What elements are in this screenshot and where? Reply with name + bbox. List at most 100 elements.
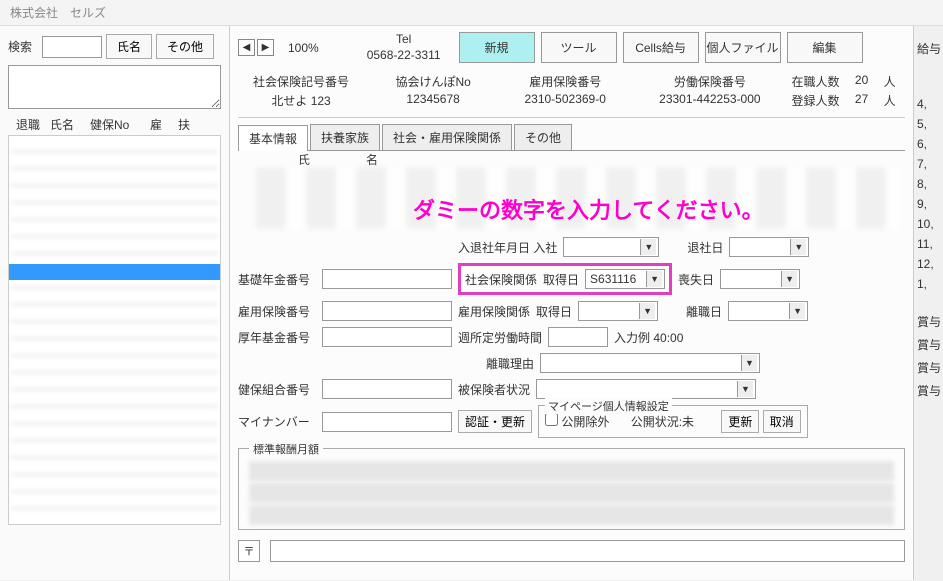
- pension-no-input[interactable]: [322, 269, 452, 289]
- acquire-date-value: S631116: [590, 272, 636, 286]
- address-input-1[interactable]: [270, 540, 905, 562]
- separation-date-combo[interactable]: ▼: [728, 301, 808, 321]
- exclude-public-checkbox[interactable]: [545, 413, 558, 426]
- col-dep: 扶: [178, 116, 202, 133]
- search-memo-textarea[interactable]: [8, 65, 221, 109]
- weekly-hours-label: 週所定労働時間: [458, 329, 542, 346]
- koyou-no-value: 2310-502369-0: [502, 92, 628, 106]
- col-emp: 雇: [150, 116, 174, 133]
- search-input[interactable]: [42, 36, 102, 58]
- active-count-label: 在職人数: [792, 73, 849, 90]
- kenpo-no-value: 12345678: [370, 92, 496, 106]
- leave-date-label: 退社日: [687, 239, 723, 256]
- month-item: 1,: [917, 277, 940, 291]
- tabs: 基本情報 扶養家族 社会・雇用保険関係 その他: [238, 124, 905, 151]
- bonus-item: 賞与: [917, 313, 940, 330]
- chevron-down-icon: ▼: [741, 355, 757, 371]
- mypage-settings-group: マイページ個人情報設定 公開除外 公開状況:未 更新 取消: [538, 405, 808, 438]
- std-pay-blurred: [249, 505, 894, 525]
- registered-count-value: 27: [855, 92, 878, 109]
- edit-button[interactable]: 編集: [787, 32, 863, 63]
- roudou-no-label: 労働保険番号: [634, 73, 785, 90]
- social-ins-no-label: 社会保険記号番号: [238, 73, 364, 90]
- join-date-combo[interactable]: ▼: [563, 237, 659, 257]
- cells-salary-button[interactable]: Cells給与: [623, 32, 699, 63]
- social-ins-rel-label: 社会保険関係: [465, 271, 537, 288]
- name-mei-label: 名: [366, 151, 378, 168]
- employee-list[interactable]: [8, 135, 221, 525]
- month-item: 9,: [917, 197, 940, 211]
- bonus-item: 賞与: [917, 359, 940, 376]
- koyou-no-input[interactable]: [322, 301, 452, 321]
- social-ins-no-value: 北せよ 123: [238, 92, 364, 109]
- search-by-name-button[interactable]: 氏名: [106, 34, 152, 59]
- tab-basic[interactable]: 基本情報: [238, 125, 308, 151]
- company-info-row: 社会保険記号番号 北せよ 123 協会けんぽNo 12345678 雇用保険番号…: [238, 67, 905, 118]
- social-ins-highlight: 社会保険関係 取得日 S631116 ▼: [458, 263, 672, 295]
- registered-count-unit: 人: [884, 92, 905, 109]
- new-button[interactable]: 新規: [459, 32, 535, 63]
- roudou-no-value: 23301-442253-000: [634, 92, 785, 106]
- tel-block: Tel 0568-22-3311: [367, 32, 441, 63]
- col-kenpo: 健保No: [90, 116, 146, 133]
- weekly-hours-input[interactable]: [548, 327, 608, 347]
- koyou-acquire-combo[interactable]: ▼: [578, 301, 658, 321]
- postal-symbol: 〒: [238, 540, 260, 562]
- tab-other[interactable]: その他: [514, 124, 572, 150]
- name-shi-label: 氏: [298, 151, 310, 168]
- mynumber-label: マイナンバー: [238, 413, 316, 430]
- chevron-down-icon: ▼: [737, 381, 753, 397]
- weekly-hours-example: 入力例 40:00: [614, 329, 683, 346]
- mypage-legend: マイページ個人情報設定: [545, 398, 672, 414]
- tool-button[interactable]: ツール: [541, 32, 617, 63]
- mypage-cancel-button[interactable]: 取消: [763, 410, 801, 433]
- koyou-rel-label: 雇用保険関係: [458, 303, 530, 320]
- loss-date-label: 喪失日: [678, 271, 714, 288]
- bonus-item: 賞与: [917, 336, 940, 353]
- auth-update-button[interactable]: 認証・更新: [458, 410, 532, 433]
- leave-date-combo[interactable]: ▼: [729, 237, 809, 257]
- mynumber-input[interactable]: [322, 412, 452, 432]
- active-count-unit: 人: [884, 73, 905, 90]
- month-item: 6,: [917, 137, 940, 151]
- separation-reason-combo[interactable]: ▼: [540, 353, 760, 373]
- separation-reason-label: 離職理由: [486, 355, 534, 372]
- month-item: 4,: [917, 97, 940, 111]
- tab-insurance[interactable]: 社会・雇用保険関係: [382, 124, 512, 150]
- public-status-label: 公開状況:未: [631, 415, 694, 429]
- standard-pay-group: 標準報酬月額: [238, 448, 905, 530]
- tel-value: 0568-22-3311: [367, 48, 441, 64]
- kousei-input[interactable]: [322, 327, 452, 347]
- zoom-value: 100%: [288, 41, 319, 55]
- selected-row[interactable]: [9, 264, 220, 280]
- window-title: 株式会社 セルズ: [0, 0, 943, 26]
- kousei-label: 厚年基金番号: [238, 329, 316, 346]
- search-other-button[interactable]: その他: [156, 34, 214, 59]
- koyou-no-field-label: 雇用保険番号: [238, 303, 316, 320]
- loss-date-combo[interactable]: ▼: [720, 269, 800, 289]
- month-item: 10,: [917, 217, 940, 231]
- nav-prev-button[interactable]: ◀: [238, 39, 255, 56]
- mypage-update-button[interactable]: 更新: [721, 410, 759, 433]
- tab-dependents[interactable]: 扶養家族: [310, 124, 380, 150]
- insured-status-label: 被保険者状況: [458, 381, 530, 398]
- month-item: 11,: [917, 237, 940, 251]
- right-title: 給与: [917, 40, 940, 57]
- personal-file-button[interactable]: 個人ファイル: [705, 32, 781, 63]
- standard-pay-legend: 標準報酬月額: [249, 441, 323, 457]
- chevron-down-icon: ▼: [646, 271, 662, 287]
- kenpo-union-input[interactable]: [322, 379, 452, 399]
- kenpo-no-label: 協会けんぽNo: [370, 73, 496, 90]
- nav-next-button[interactable]: ▶: [257, 39, 274, 56]
- chevron-down-icon: ▼: [790, 239, 806, 255]
- acquire-date-combo[interactable]: S631116 ▼: [585, 269, 665, 289]
- col-name: 氏名: [50, 116, 86, 133]
- month-item: 8,: [917, 177, 940, 191]
- acquire-date-label: 取得日: [543, 271, 579, 288]
- active-count-value: 20: [855, 73, 878, 90]
- list-rows-blurred: [9, 136, 220, 524]
- tel-label: Tel: [367, 32, 441, 48]
- insured-status-combo[interactable]: ▼: [536, 379, 756, 399]
- employee-list-header: 退職 氏名 健保No 雇 扶: [8, 112, 221, 135]
- month-item: 5,: [917, 117, 940, 131]
